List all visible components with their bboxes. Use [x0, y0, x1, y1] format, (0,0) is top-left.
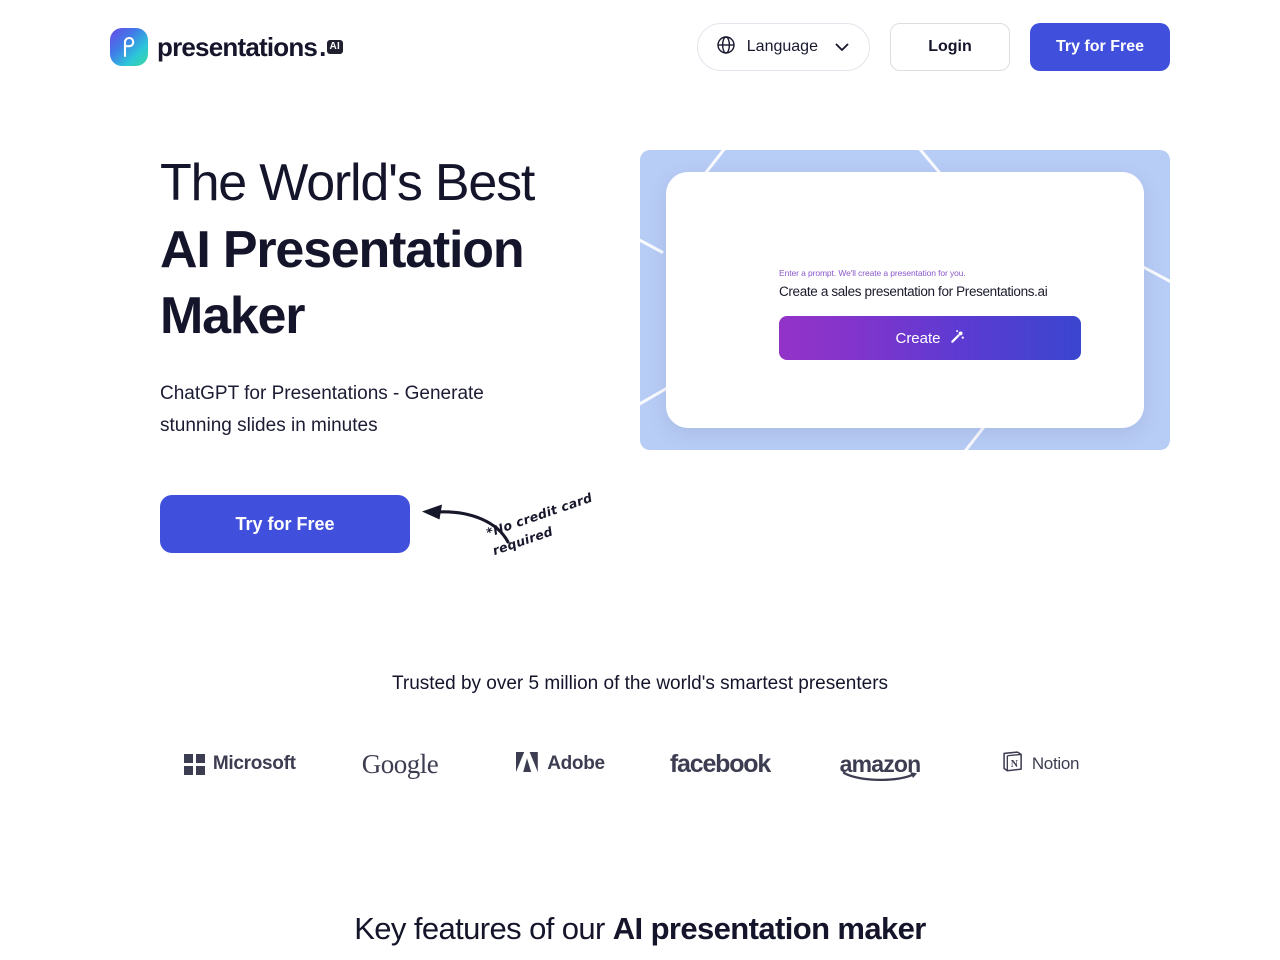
features-title-bold: AI presentation maker	[612, 911, 927, 947]
microsoft-grid-icon	[184, 754, 205, 775]
brand-wordmark: presentations . AI	[157, 32, 343, 63]
logo-label: Microsoft	[212, 753, 296, 775]
trusted-by-title: Trusted by over 5 million of the world's…	[391, 673, 889, 695]
header-try-for-free-button[interactable]: Try for Free	[1029, 23, 1170, 71]
logo-adobe: Adobe	[480, 747, 640, 781]
header-actions: Language Login Try for Free	[696, 23, 1170, 71]
cta-annotation: *No credit card required	[412, 490, 602, 577]
customer-logo-row: Microsoft Google Adobe facebook amazon N…	[0, 747, 1280, 781]
prompt-hint-text: Enter a prompt. We'll create a presentat…	[779, 268, 966, 278]
adobe-a-icon	[515, 751, 539, 778]
hero-title-line-1: The World's Best	[160, 154, 535, 212]
features-title: Key features of our AI presentation make…	[140, 911, 1140, 947]
logo-facebook: facebook	[640, 747, 800, 781]
globe-icon	[716, 35, 736, 60]
svg-text:N: N	[1011, 759, 1019, 770]
login-button[interactable]: Login	[889, 23, 1010, 71]
hero-section: The World's Best AI Presentation Maker C…	[0, 94, 1280, 558]
logo-microsoft: Microsoft	[160, 747, 320, 781]
features-title-plain: Key features of our	[354, 911, 613, 947]
hero-copy: The World's Best AI Presentation Maker C…	[160, 150, 594, 558]
prompt-block: Enter a prompt. We'll create a presentat…	[779, 268, 1081, 360]
language-label: Language	[746, 38, 818, 55]
amazon-smile-icon	[842, 771, 917, 781]
chevron-down-icon	[835, 43, 849, 52]
facebook-wordmark-icon: facebook	[669, 749, 771, 778]
create-button-label: Create	[895, 329, 941, 347]
magic-wand-icon	[950, 329, 965, 348]
logo-label: Adobe	[547, 753, 605, 775]
logo-label: Notion	[1031, 754, 1080, 774]
brand-dot: .	[319, 31, 326, 62]
hero-subtitle: ChatGPT for Presentations - Generate stu…	[160, 382, 484, 436]
prompt-input-value[interactable]: Create a sales presentation for Presenta…	[779, 284, 1081, 299]
prompt-card: Enter a prompt. We'll create a presentat…	[666, 172, 1144, 428]
trusted-by-section: Trusted by over 5 million of the world's…	[0, 673, 1280, 781]
presentations-p-logo-icon	[110, 28, 148, 66]
logo-notion: N Notion	[960, 747, 1120, 781]
language-selector[interactable]: Language	[696, 23, 870, 71]
logo-google: Google	[320, 747, 480, 781]
hero-try-for-free-button[interactable]: Try for Free	[160, 495, 410, 554]
hero-title-line-2: AI Presentation	[160, 220, 525, 279]
google-wordmark-icon: Google	[361, 748, 439, 779]
hero-product-visual: Enter a prompt. We'll create a presentat…	[640, 150, 1170, 450]
page-title: The World's Best AI Presentation Maker	[160, 150, 580, 350]
decorative-streak	[640, 224, 664, 254]
brand-logo[interactable]: presentations . AI	[110, 28, 343, 66]
p-glyph-icon	[110, 28, 148, 66]
ai-badge: AI	[326, 39, 343, 54]
hero-title-line-3: Maker	[160, 287, 306, 346]
amazon-wordmark-icon: amazon	[840, 751, 921, 781]
notion-n-icon: N	[1001, 750, 1024, 778]
hero-cta-row: Try for Free *No credit card required	[160, 490, 594, 558]
create-button[interactable]: Create	[779, 316, 1081, 360]
features-section: Key features of our AI presentation make…	[0, 911, 1280, 960]
brand-name: presentations	[157, 31, 318, 62]
site-header: presentations . AI Language Login Try fo…	[0, 0, 1280, 94]
logo-amazon: amazon	[800, 747, 960, 781]
